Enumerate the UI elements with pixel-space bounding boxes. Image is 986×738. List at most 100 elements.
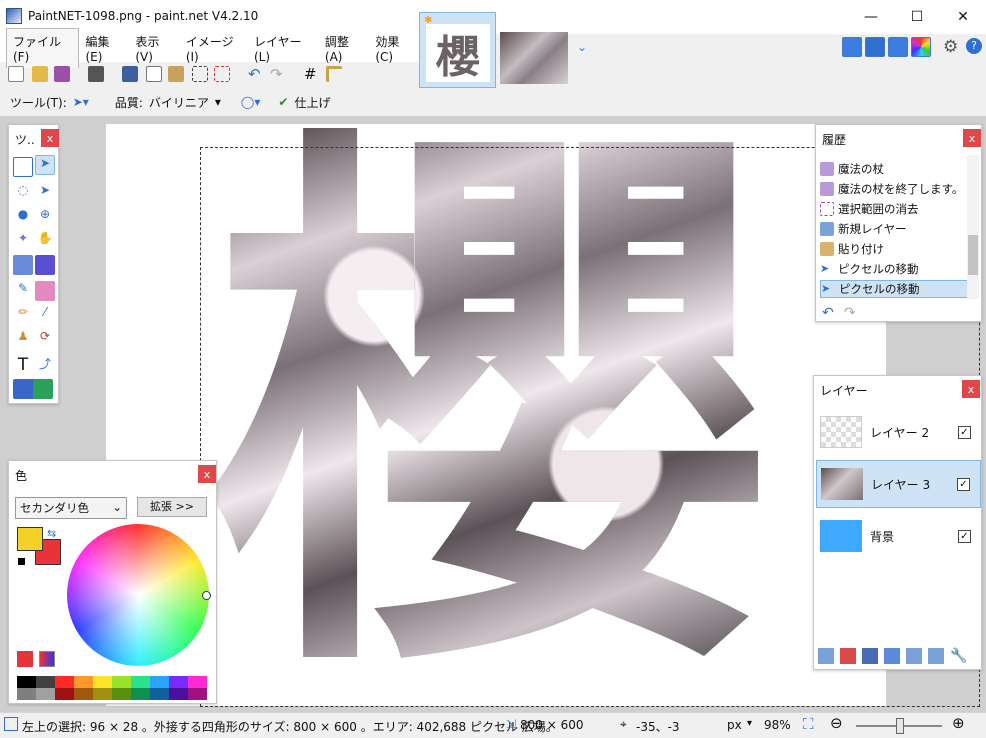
recolor-tool-icon[interactable]: ⟳ [35, 329, 55, 349]
zoom-tool-icon[interactable]: ⊕ [35, 207, 55, 227]
print-icon[interactable] [88, 66, 104, 82]
history-item[interactable]: 新規レイヤー [820, 220, 968, 238]
history-panel-close-button[interactable]: x [963, 129, 981, 147]
minimize-button[interactable]: — [848, 0, 894, 34]
menu-view[interactable]: 表示(V) [129, 29, 179, 68]
chevron-down-icon[interactable]: ▾ [747, 718, 752, 729]
tools-panel-title: ツ.. [15, 133, 35, 147]
layer-visibility-checkbox[interactable]: ✓ [957, 477, 970, 491]
maximize-button[interactable]: ☐ [894, 0, 940, 34]
settings-gear-icon[interactable]: ⚙ [943, 37, 958, 57]
move-layer-up-icon[interactable] [906, 648, 922, 664]
menu-file[interactable]: ファイル(F) [6, 28, 80, 68]
layer-thumbnail [821, 468, 863, 500]
gradient-tool-icon[interactable] [35, 255, 55, 275]
move-pixels-icon: ➤ [821, 282, 831, 295]
open-file-icon[interactable] [32, 66, 48, 82]
color-picker-tool-icon[interactable]: ⁄ [35, 305, 55, 325]
text-tool-icon[interactable]: T [13, 355, 33, 375]
image-tab[interactable] [500, 32, 568, 84]
save-icon[interactable] [54, 66, 70, 82]
move-layer-down-icon[interactable] [928, 648, 944, 664]
eraser-tool-icon[interactable] [35, 281, 55, 301]
swap-colors-icon[interactable]: ⇆ [47, 527, 56, 540]
color-mode-select[interactable]: セカンダリ色 ⌄ [15, 497, 127, 519]
duplicate-layer-icon[interactable] [862, 648, 878, 664]
layer-row[interactable]: 背景 ✓ [816, 512, 981, 560]
tools-window-toggle-icon[interactable] [842, 37, 862, 57]
layers-panel-close-button[interactable]: x [962, 380, 980, 398]
line-curve-tool-icon[interactable]: ⤴ [35, 355, 55, 375]
zoom-level[interactable]: 98% [764, 718, 791, 732]
colors-panel-close-button[interactable]: x [198, 465, 216, 483]
copy-icon[interactable] [146, 66, 162, 82]
unit-select[interactable]: px [727, 718, 742, 732]
colors-panel: 色 x セカンダリ色 ⌄ 拡張 >> ⇆ [8, 460, 217, 704]
move-selected-tool-icon[interactable]: ➤▾ [73, 95, 89, 109]
history-item[interactable]: 貼り付け [820, 240, 968, 258]
expand-colors-button[interactable]: 拡張 >> [137, 497, 207, 517]
redo-icon[interactable]: ↷ [844, 305, 856, 321]
history-item-selected[interactable]: ➤ ピクセルの移動 [820, 280, 968, 298]
history-item[interactable]: 魔法の杖 [820, 160, 968, 178]
layers-toolbar: 🔧 [818, 648, 978, 666]
delete-layer-icon[interactable] [840, 648, 856, 664]
colors-window-toggle-icon[interactable] [911, 37, 931, 57]
ellipse-select-tool-icon[interactable]: ● [13, 207, 33, 227]
history-item[interactable]: ➤ ピクセルの移動 [820, 260, 968, 278]
history-scrollbar-thumb[interactable] [968, 235, 978, 275]
history-scrollbar[interactable] [967, 155, 979, 299]
pan-tool-icon[interactable]: ✋ [35, 231, 55, 251]
layer-row-selected[interactable]: レイヤー 3 ✓ [816, 460, 981, 508]
lasso-tool-icon[interactable]: ◌ [13, 183, 33, 203]
layer-visibility-checkbox[interactable]: ✓ [958, 529, 971, 543]
menu-layers[interactable]: レイヤー(L) [248, 29, 319, 68]
layer-name: レイヤー 2 [870, 425, 930, 440]
layer-visibility-checkbox[interactable]: ✓ [958, 425, 971, 439]
paintbrush-tool-icon[interactable]: ✎ [13, 281, 33, 301]
layers-window-toggle-icon[interactable] [888, 37, 908, 57]
history-item[interactable]: 選択範囲の消去 [820, 200, 968, 218]
reset-colors-icon[interactable] [17, 557, 26, 566]
undo-icon[interactable]: ↶ [822, 305, 834, 321]
close-button[interactable]: ✕ [940, 0, 986, 34]
history-item[interactable]: 魔法の杖を終了します。 [820, 180, 968, 198]
zoom-to-window-icon[interactable]: ⛶ [803, 715, 814, 733]
tool-label: ツール(T): [10, 95, 67, 110]
menu-edit[interactable]: 編集(E) [79, 29, 129, 68]
clone-stamp-tool-icon[interactable]: ♟ [13, 329, 33, 349]
zoom-slider-thumb[interactable] [896, 718, 904, 734]
add-layer-icon[interactable] [818, 648, 834, 664]
menu-adjustments[interactable]: 調整(A) [319, 29, 369, 68]
paste-icon[interactable] [168, 66, 184, 82]
layer-row[interactable]: レイヤー 2 ✓ [816, 408, 981, 456]
rectangle-select-tool-icon[interactable] [13, 157, 33, 177]
zoom-out-icon[interactable]: ⊖ [830, 714, 843, 732]
move-selection-tool-icon[interactable]: ➤ [35, 183, 55, 203]
palette-strip[interactable] [17, 676, 209, 700]
menu-image[interactable]: イメージ(I) [180, 29, 248, 68]
magic-wand-tool-icon[interactable]: ✦ [13, 231, 33, 251]
tabs-expand-icon[interactable]: ⌄ [577, 40, 587, 54]
move-selected-tool-icon[interactable]: ➤ [35, 155, 55, 175]
color-wheel[interactable] [67, 524, 209, 666]
cut-icon[interactable] [122, 66, 138, 82]
primary-color-swatch[interactable] [17, 527, 43, 551]
add-to-palette-icon[interactable] [17, 651, 33, 667]
color-wheel-handle[interactable] [202, 591, 211, 600]
shapes-tool-icon[interactable] [13, 379, 53, 399]
new-file-icon[interactable] [8, 66, 24, 82]
quality-select[interactable]: バイリニア [149, 94, 209, 111]
tools-panel-close-button[interactable]: x [41, 129, 59, 147]
pencil-tool-icon[interactable]: ✏ [13, 305, 33, 325]
menu-effects[interactable]: 効果(C) [369, 29, 420, 68]
crop-icon[interactable] [192, 66, 208, 82]
paint-bucket-tool-icon[interactable] [13, 255, 33, 275]
palette-menu-icon[interactable] [39, 651, 55, 667]
layer-properties-icon[interactable]: 🔧 [950, 648, 967, 664]
zoom-in-icon[interactable]: ⊕ [952, 714, 965, 732]
help-icon[interactable]: ? [966, 38, 982, 54]
history-window-toggle-icon[interactable] [865, 37, 885, 57]
image-tab-active[interactable]: ✱ 櫻 [419, 12, 496, 88]
merge-layer-down-icon[interactable] [884, 648, 900, 664]
